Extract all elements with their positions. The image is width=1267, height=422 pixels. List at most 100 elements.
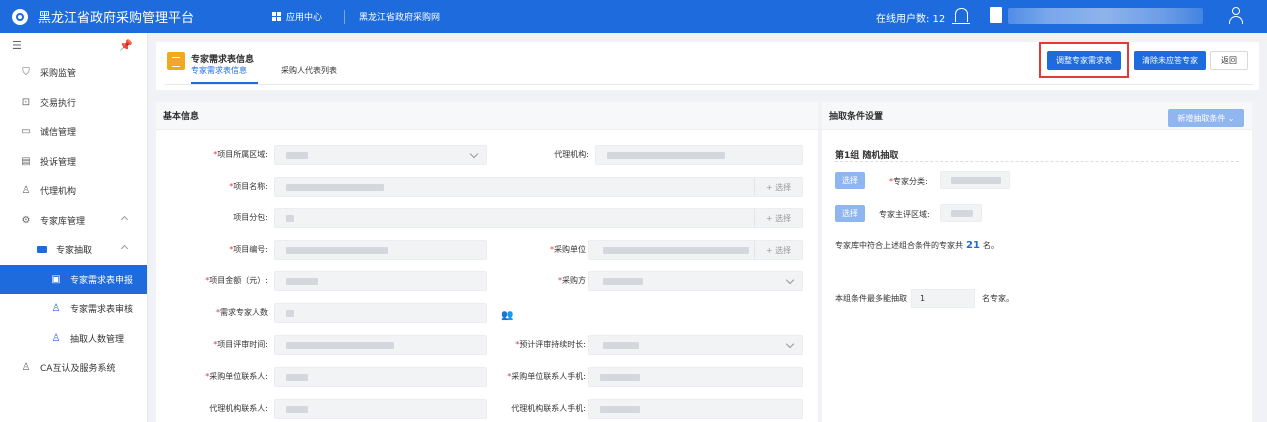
shield-icon: ⛉ [22, 67, 30, 79]
amount-label: *项目金额（元）: [205, 276, 268, 285]
purchaser-contact-field [274, 367, 487, 387]
expert-region-field [940, 204, 982, 222]
sidebar-item-complaint[interactable]: ▤ 投诉管理 [0, 147, 147, 177]
duration-select[interactable] [588, 335, 803, 355]
people-icon[interactable]: 👥 [501, 310, 513, 321]
user-info-redacted [1008, 8, 1203, 24]
sidebar-item-label: 代理机构 [40, 187, 77, 198]
expert-category-field [940, 171, 1010, 189]
sidebar-item-transaction[interactable]: ⊡ 交易执行 [0, 88, 147, 118]
clear-unresponsive-button[interactable]: 清除未应答专家 [1134, 51, 1206, 70]
max-extract-suffix: 名专家。 [982, 294, 1014, 303]
subpackage-field[interactable]: + 选择 [274, 208, 803, 228]
review-time-field[interactable] [274, 335, 487, 355]
portal-link[interactable]: 黑龙江省政府采购网 [359, 10, 440, 23]
new-condition-button[interactable]: 新增抽取条件 ⌄ [1168, 109, 1244, 127]
user-icon[interactable] [1229, 7, 1243, 24]
chevron-up-icon [120, 244, 129, 253]
back-button[interactable]: 返回 [1210, 51, 1248, 70]
chevron-up-icon [120, 215, 129, 223]
sidebar-tools: ☰ 📌 [0, 33, 147, 58]
max-extract-input[interactable]: 1 [911, 289, 975, 308]
page-title: 专家需求表信息 [191, 55, 255, 65]
main-content: 专家需求表信息 专家需求表信息 采购人代表列表 调整专家需求表 清除未应答专家 … [148, 33, 1267, 422]
online-users: 在线用户数: 12 [876, 14, 946, 25]
sidebar-item-label: 诚信管理 [40, 128, 77, 139]
expert-region-label: 专家主评区域: [879, 210, 930, 219]
sidebar-item-extraction-count[interactable]: ♙ 抽取人数管理 [0, 324, 147, 354]
sidebar-item-expert-library[interactable]: ⚙ 专家库管理 [0, 206, 147, 236]
purchaser-phone-label: *采购单位联系人手机: [507, 372, 586, 381]
sidebar-item-label: 专家抽取 [56, 246, 93, 257]
pin-icon[interactable]: 📌 [119, 39, 133, 52]
subpackage-label: 项目分包: [233, 213, 268, 222]
choose-region-button[interactable]: 选择 [835, 205, 865, 222]
agency-phone-label: 代理机构联系人手机: [511, 404, 586, 413]
match-count-text: 专家库中符合上述组合条件的专家共 21 名。 [835, 240, 999, 251]
sidebar-item-credit[interactable]: ▭ 诚信管理 [0, 117, 147, 147]
app-grid-icon [272, 12, 281, 21]
project-no-field [274, 240, 487, 260]
group-divider [835, 161, 1239, 162]
sidebar-item-label: 采购监管 [40, 69, 77, 80]
review-time-label: *项目评审时间: [213, 340, 268, 349]
app-center-label: 应用中心 [286, 13, 323, 23]
match-count: 21 [966, 240, 980, 251]
choose-category-button[interactable]: 选择 [835, 172, 865, 189]
purchaser-phone-field [588, 367, 803, 387]
sidebar-item-label: 抽取人数管理 [70, 334, 125, 345]
basic-info-card: 基本信息 *项目所属区域: 代理机构: *项目名称: + 选择 项目分包: + … [156, 102, 818, 422]
form-icon: ▣ [51, 273, 61, 285]
form-header-icon [167, 52, 185, 70]
expert-count-field[interactable] [274, 303, 487, 323]
chevron-down-icon [785, 339, 795, 349]
method-label: *采购方 [558, 276, 586, 285]
sidebar-item-ca[interactable]: ♙ CA互认及服务系统 [0, 353, 147, 383]
region-select[interactable] [274, 145, 487, 165]
group-title: 第1组 随机抽取 [835, 151, 899, 161]
sidebar-item-procurement-supervision[interactable]: ⛉ 采购监管 [0, 58, 147, 88]
chevron-down-icon [469, 149, 479, 159]
tab-expert-demand-info[interactable]: 专家需求表信息 [191, 65, 247, 76]
purchaser-contact-label: *采购单位联系人: [205, 372, 268, 381]
chevron-down-icon [785, 275, 795, 285]
basic-info-title: 基本信息 [156, 102, 818, 130]
sidebar-item-label: 专家需求表申报 [70, 275, 134, 286]
page-header: 专家需求表信息 专家需求表信息 采购人代表列表 调整专家需求表 清除未应答专家 … [156, 42, 1259, 90]
bell-icon[interactable] [952, 8, 970, 24]
sidebar-item-expert-extraction[interactable]: 专家抽取 [0, 235, 147, 265]
agency-field [595, 145, 803, 165]
sidebar-item-label: 专家库管理 [40, 216, 86, 227]
select-button[interactable]: + 选择 [754, 209, 802, 227]
sidebar-item-expert-demand-review[interactable]: ♙ 专家需求表审核 [0, 294, 147, 324]
extraction-card: 抽取条件设置 新增抽取条件 ⌄ 第1组 随机抽取 选择 *专家分类: 选择 专家… [822, 102, 1252, 422]
menu-toggle-icon[interactable]: ☰ [12, 39, 22, 52]
method-select[interactable] [588, 271, 803, 291]
app-center-link[interactable]: 应用中心 [272, 10, 322, 23]
header-divider [164, 84, 1254, 85]
sidebar-item-label: 投诉管理 [40, 157, 77, 168]
purchaser-label: *采购单位 [550, 245, 586, 254]
agency-contact-field [274, 399, 487, 419]
select-button[interactable]: + 选择 [754, 178, 802, 196]
gear-icon: ⚙ [21, 214, 31, 226]
ca-icon: ♙ [21, 362, 31, 374]
select-button[interactable]: + 选择 [754, 241, 802, 259]
sidebar-item-expert-demand-apply[interactable]: ▣ 专家需求表申报 [0, 264, 147, 294]
sidebar-item-label: 专家需求表审核 [70, 305, 134, 316]
app-title: 黑龙江省政府采购管理平台 [38, 11, 195, 26]
folder-icon [36, 244, 48, 256]
duration-label: *预计评审持续时长: [515, 340, 586, 349]
agency-label: 代理机构: [554, 150, 589, 159]
document-icon[interactable] [990, 7, 1002, 23]
sidebar-item-agency[interactable]: ♙ 代理机构 [0, 176, 147, 206]
purchaser-field[interactable]: + 选择 [588, 240, 803, 260]
expert-count-label: *需求专家人数 [216, 308, 268, 317]
platform-logo-icon[interactable] [12, 8, 28, 25]
project-name-field[interactable]: + 选择 [274, 177, 803, 197]
tab-purchaser-representatives[interactable]: 采购人代表列表 [281, 65, 337, 76]
topbar-divider [344, 9, 346, 24]
adjust-demand-button[interactable]: 调整专家需求表 [1047, 51, 1121, 70]
sidebar-item-label: CA互认及服务系统 [40, 364, 116, 375]
agency-icon: ♙ [21, 185, 31, 197]
